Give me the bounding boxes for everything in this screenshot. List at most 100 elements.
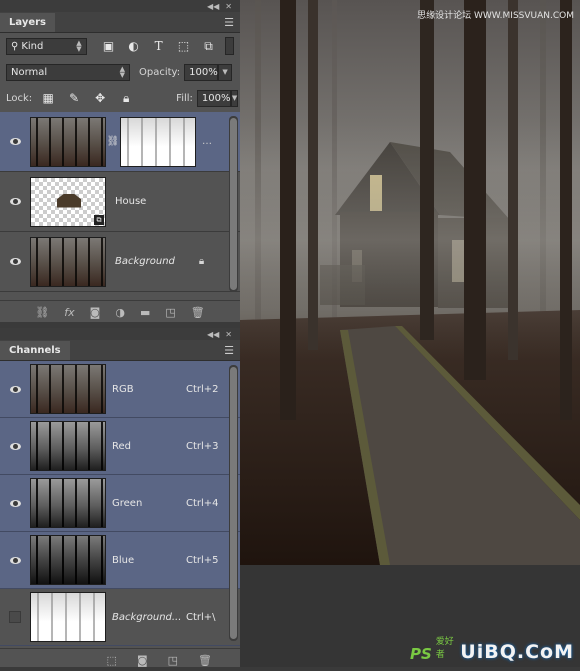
layers-footer: ⛓ fx ◙ ◑ ▬ ◳ 🗑︎ — [0, 300, 240, 323]
filter-toggle[interactable] — [224, 37, 234, 55]
house-icon — [57, 193, 81, 208]
lock-image-icon[interactable]: ✎ — [66, 90, 82, 106]
visibility-eye-icon[interactable] — [0, 258, 30, 265]
load-selection-icon[interactable]: ⬚ — [107, 654, 117, 667]
visibility-eye-icon[interactable] — [0, 198, 30, 205]
channel-shortcut: Ctrl+5 — [186, 554, 219, 566]
opacity-input[interactable]: 100% — [184, 63, 219, 81]
channel-name: Blue — [112, 554, 135, 566]
fill-input[interactable]: 100% — [196, 89, 231, 107]
trash-icon[interactable]: 🗑︎ — [198, 654, 212, 667]
visibility-eye-icon[interactable] — [0, 442, 30, 450]
channel-row-green[interactable]: Green Ctrl+4 — [0, 475, 240, 532]
smart-object-icon: ⧉ — [94, 214, 104, 225]
link-layers-icon[interactable]: ⛓ — [35, 306, 49, 319]
panel-menu-icon[interactable]: ☰ — [224, 16, 234, 29]
more-icon: … — [202, 136, 212, 147]
close-icon[interactable]: ✕ — [225, 2, 232, 11]
channel-thumbnail — [30, 592, 106, 642]
layer-thumbnail: ⧉ — [30, 176, 106, 227]
channel-row-blue[interactable]: Blue Ctrl+5 — [0, 532, 240, 589]
filter-kind-label: Kind — [21, 40, 44, 52]
tab-channels[interactable]: Channels — [0, 340, 70, 360]
filter-type-icon[interactable]: T — [151, 38, 167, 54]
layer-name: House — [115, 196, 147, 207]
document-canvas[interactable]: 思缘设计论坛 WWW.MISSVUAN.COM PS 爱好者 UiBQ.CoM — [240, 0, 580, 667]
channel-row-red[interactable]: Red Ctrl+3 — [0, 418, 240, 475]
channels-collapse-bar[interactable]: ◀◀ ✕ — [0, 328, 240, 340]
layer-row-masked-forest[interactable]: ⛓ … — [0, 112, 240, 172]
visibility-eye-icon[interactable] — [0, 385, 30, 393]
channel-name: Green — [112, 497, 143, 509]
updown-icon: ▲ ▼ — [119, 65, 125, 79]
lock-label: Lock: — [6, 92, 33, 104]
panel-dock: ◀◀ ✕ Layers ☰ ⚲ Kind ▲ ▼ ▣ ◐ T ⬚ ⧉ Normal… — [0, 0, 240, 667]
lock-position-icon[interactable]: ✥ — [92, 90, 108, 106]
channels-scrollbar[interactable] — [229, 365, 238, 641]
channel-shortcut: Ctrl+\ — [186, 611, 216, 623]
layers-scrollbar[interactable] — [229, 116, 238, 292]
fx-icon[interactable]: fx — [64, 306, 74, 319]
layers-list: ⛓ … ⧉ House Background 🔒︎ — [0, 112, 240, 298]
visibility-eye-icon[interactable] — [0, 499, 30, 507]
search-icon: ⚲ — [11, 40, 19, 52]
filter-adjustment-icon[interactable]: ◐ — [126, 38, 142, 54]
visibility-eye-icon[interactable] — [0, 556, 30, 564]
layer-filter-row: ⚲ Kind ▲ ▼ ▣ ◐ T ⬚ ⧉ — [0, 33, 240, 59]
blend-mode-label: Normal — [11, 66, 48, 78]
visibility-eye-icon[interactable] — [0, 138, 30, 145]
filter-kind-select[interactable]: ⚲ Kind ▲ ▼ — [6, 37, 87, 55]
lock-row: Lock: ▦ ✎ ✥ 🔒︎ Fill: 100% ▼ — [0, 85, 240, 111]
channels-footer: ⬚ ◙ ◳ 🗑︎ — [0, 648, 240, 671]
haunted-forest-illustration — [240, 0, 580, 565]
blend-row: Normal ▲ ▼ Opacity: 100% ▼ — [0, 59, 240, 85]
close-icon[interactable]: ✕ — [225, 330, 232, 339]
channel-row-rgb[interactable]: RGB Ctrl+2 — [0, 361, 240, 418]
channel-name: Background... — [112, 611, 182, 623]
trash-icon[interactable]: 🗑︎ — [191, 306, 205, 319]
lock-all-icon[interactable]: 🔒︎ — [118, 90, 134, 106]
layer-mask-thumbnail[interactable] — [120, 116, 196, 167]
panel-menu-icon[interactable]: ☰ — [224, 344, 234, 357]
opacity-dropdown-icon[interactable]: ▼ — [218, 63, 233, 81]
collapse-icon[interactable]: ◀◀ — [207, 2, 219, 11]
layer-row-background[interactable]: Background 🔒︎ — [0, 232, 240, 292]
channel-shortcut: Ctrl+2 — [186, 383, 219, 395]
new-group-icon[interactable]: ▬ — [140, 306, 150, 319]
channels-list: RGB Ctrl+2 Red Ctrl+3 Green Ctrl+4 Blue … — [0, 361, 240, 646]
opacity-label: Opacity: — [139, 66, 181, 78]
collapse-icon[interactable]: ◀◀ — [207, 330, 219, 339]
lock-transparent-icon[interactable]: ▦ — [40, 90, 56, 106]
new-layer-icon[interactable]: ◳ — [165, 306, 175, 319]
site-logo: PS 爱好者 UiBQ.CoM — [410, 631, 574, 663]
blend-mode-select[interactable]: Normal ▲ ▼ — [6, 63, 130, 81]
layers-collapse-bar[interactable]: ◀◀ ✕ — [0, 0, 240, 12]
logo-main: UiBQ.CoM — [460, 641, 574, 663]
channels-tabbar: Channels ☰ — [0, 340, 240, 361]
fill-label: Fill: — [176, 92, 193, 104]
filter-pixel-icon[interactable]: ▣ — [101, 38, 117, 54]
filter-shape-icon[interactable]: ⬚ — [176, 38, 192, 54]
adjustment-layer-icon[interactable]: ◑ — [115, 306, 125, 319]
channel-name: Red — [112, 440, 131, 452]
save-selection-icon[interactable]: ◙ — [137, 654, 148, 667]
scene-image: 思缘设计论坛 WWW.MISSVUAN.COM — [240, 0, 580, 565]
layer-thumbnail — [30, 116, 106, 167]
filter-smart-object-icon[interactable]: ⧉ — [201, 38, 217, 54]
layer-name: Background — [115, 256, 175, 267]
layer-thumbnail — [30, 236, 106, 287]
add-mask-icon[interactable]: ◙ — [90, 306, 101, 319]
channel-thumbnail — [30, 478, 106, 528]
layers-tabbar: Layers ☰ — [0, 12, 240, 33]
channels-panel: ◀◀ ✕ Channels ☰ RGB Ctrl+2 Red Ctrl+3 Gr… — [0, 322, 240, 671]
tab-layers[interactable]: Layers — [0, 12, 55, 32]
mask-link-icon[interactable]: ⛓ — [106, 136, 120, 147]
channel-shortcut: Ctrl+4 — [186, 497, 219, 509]
channel-name: RGB — [112, 383, 134, 395]
layer-row-house[interactable]: ⧉ House — [0, 172, 240, 232]
new-channel-icon[interactable]: ◳ — [168, 654, 178, 667]
fill-dropdown-icon[interactable]: ▼ — [230, 89, 239, 107]
channel-row-background-alpha[interactable]: Background... Ctrl+\ — [0, 589, 240, 646]
channel-shortcut: Ctrl+3 — [186, 440, 219, 452]
visibility-toggle-empty[interactable] — [0, 611, 30, 623]
